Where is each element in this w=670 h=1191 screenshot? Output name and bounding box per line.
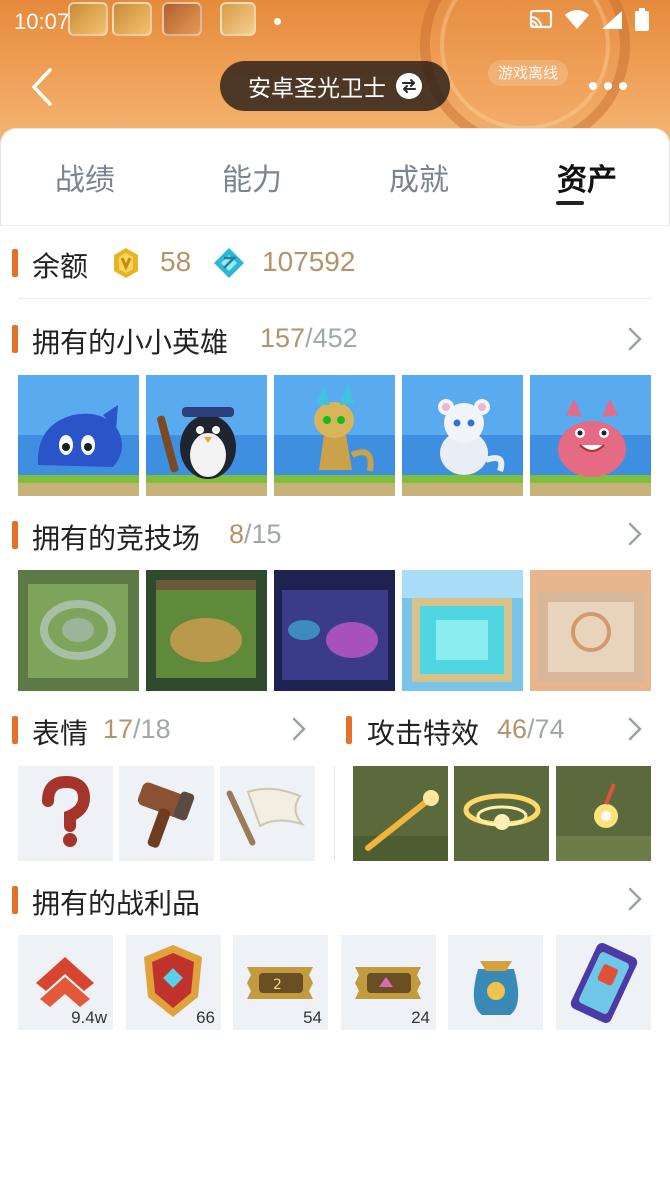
tab-achievements[interactable]: 成就 [359, 155, 479, 199]
signal-icon [602, 11, 622, 29]
more-notifications-dot [274, 18, 281, 25]
section-accent [12, 249, 18, 277]
status-bar: 10:07 [0, 0, 670, 44]
loot-item[interactable] [556, 935, 651, 1030]
app-notification-icon [112, 2, 152, 36]
back-button[interactable] [24, 62, 64, 112]
loot-count: 24 [411, 1008, 430, 1027]
hammer-icon [137, 782, 195, 848]
tab-records[interactable]: 战绩 [25, 155, 145, 199]
attack-effects-count: 46/74 [497, 714, 565, 744]
attack-effect-thumb[interactable] [556, 766, 651, 861]
little-legend-thumb[interactable] [402, 375, 523, 496]
section-accent [12, 716, 18, 744]
chevron-right-icon [628, 327, 642, 351]
arena-thumb[interactable] [274, 570, 395, 691]
little-legends-count: 157/452 [260, 323, 358, 353]
attack-effect-thumb[interactable] [454, 766, 549, 861]
heartbeat-notification-icon [162, 2, 202, 36]
page-title: 安卓圣光卫士 [248, 76, 386, 102]
offline-status-badge: 游戏离线 [488, 60, 569, 86]
more-options-button[interactable] [584, 72, 632, 100]
little-legend-thumb[interactable] [274, 375, 395, 496]
card-pack-icon [570, 943, 638, 1023]
section-accent [12, 521, 18, 549]
status-time: 10:07 [14, 9, 70, 34]
loot-item[interactable]: 9.4w [18, 935, 113, 1030]
section-accent [12, 886, 18, 914]
chevron-right-icon [628, 887, 642, 911]
arena-thumb[interactable] [18, 570, 139, 691]
arena-thumb[interactable] [146, 570, 267, 691]
chevron-right-icon [628, 522, 642, 546]
gem-icon [214, 248, 244, 278]
emotes-title: 表情 [32, 717, 89, 750]
arenas-title: 拥有的竞技场 [32, 522, 201, 555]
account-switcher[interactable]: 安卓圣光卫士 [220, 61, 450, 111]
loot-count: 9.4w [71, 1008, 107, 1027]
gold-coin-balance: 58 [160, 246, 192, 277]
battery-icon [635, 8, 649, 31]
more-dot-icon [589, 82, 597, 90]
wifi-icon [565, 10, 589, 29]
loot-title: 拥有的战利品 [32, 887, 201, 920]
white-flag-icon [226, 787, 306, 846]
arena-thumb[interactable] [530, 570, 651, 691]
question-mark-icon [42, 775, 91, 847]
loot-item[interactable] [448, 935, 543, 1030]
tab-abilities[interactable]: 能力 [192, 155, 312, 199]
attack-effect-thumb[interactable] [353, 766, 448, 861]
emote-thumb[interactable] [18, 766, 113, 861]
little-legend-thumb[interactable] [146, 375, 267, 496]
emote-thumb[interactable] [119, 766, 214, 861]
active-tab-indicator [556, 201, 584, 205]
arenas-count: 8/15 [229, 519, 282, 549]
swap-icon [396, 73, 422, 99]
emote-thumb[interactable] [220, 766, 315, 861]
loot-count: 66 [196, 1008, 215, 1027]
treasure-bag-icon [473, 961, 519, 1015]
arena-thumb[interactable] [402, 570, 523, 691]
gem-balance: 107592 [262, 246, 356, 277]
loot-item[interactable]: 24 [341, 935, 436, 1030]
loot-count: 54 [303, 1008, 322, 1027]
tab-assets[interactable]: 资产 [527, 155, 647, 199]
app-notification-icon [68, 2, 108, 36]
emotes-count: 17/18 [103, 714, 171, 744]
attack-effects-title: 攻击特效 [367, 717, 480, 750]
loot-item[interactable]: 66 [126, 935, 221, 1030]
database-notification-icon [220, 2, 256, 36]
cast-icon [529, 9, 553, 29]
balance-label: 余额 [32, 250, 89, 283]
chevron-left-icon [32, 68, 52, 106]
little-legends-title: 拥有的小小英雄 [32, 326, 229, 359]
little-legend-thumb[interactable] [530, 375, 651, 496]
section-accent [346, 716, 352, 744]
loot-item[interactable]: 2 54 [233, 935, 328, 1030]
little-legend-thumb[interactable] [18, 375, 139, 496]
gold-coin-icon [114, 248, 138, 278]
chevron-right-icon [292, 717, 306, 741]
section-accent [12, 325, 18, 353]
svg-text:2: 2 [273, 977, 282, 993]
tab-bar: 战绩 能力 成就 资产 [0, 128, 670, 226]
chevron-right-icon [628, 717, 642, 741]
